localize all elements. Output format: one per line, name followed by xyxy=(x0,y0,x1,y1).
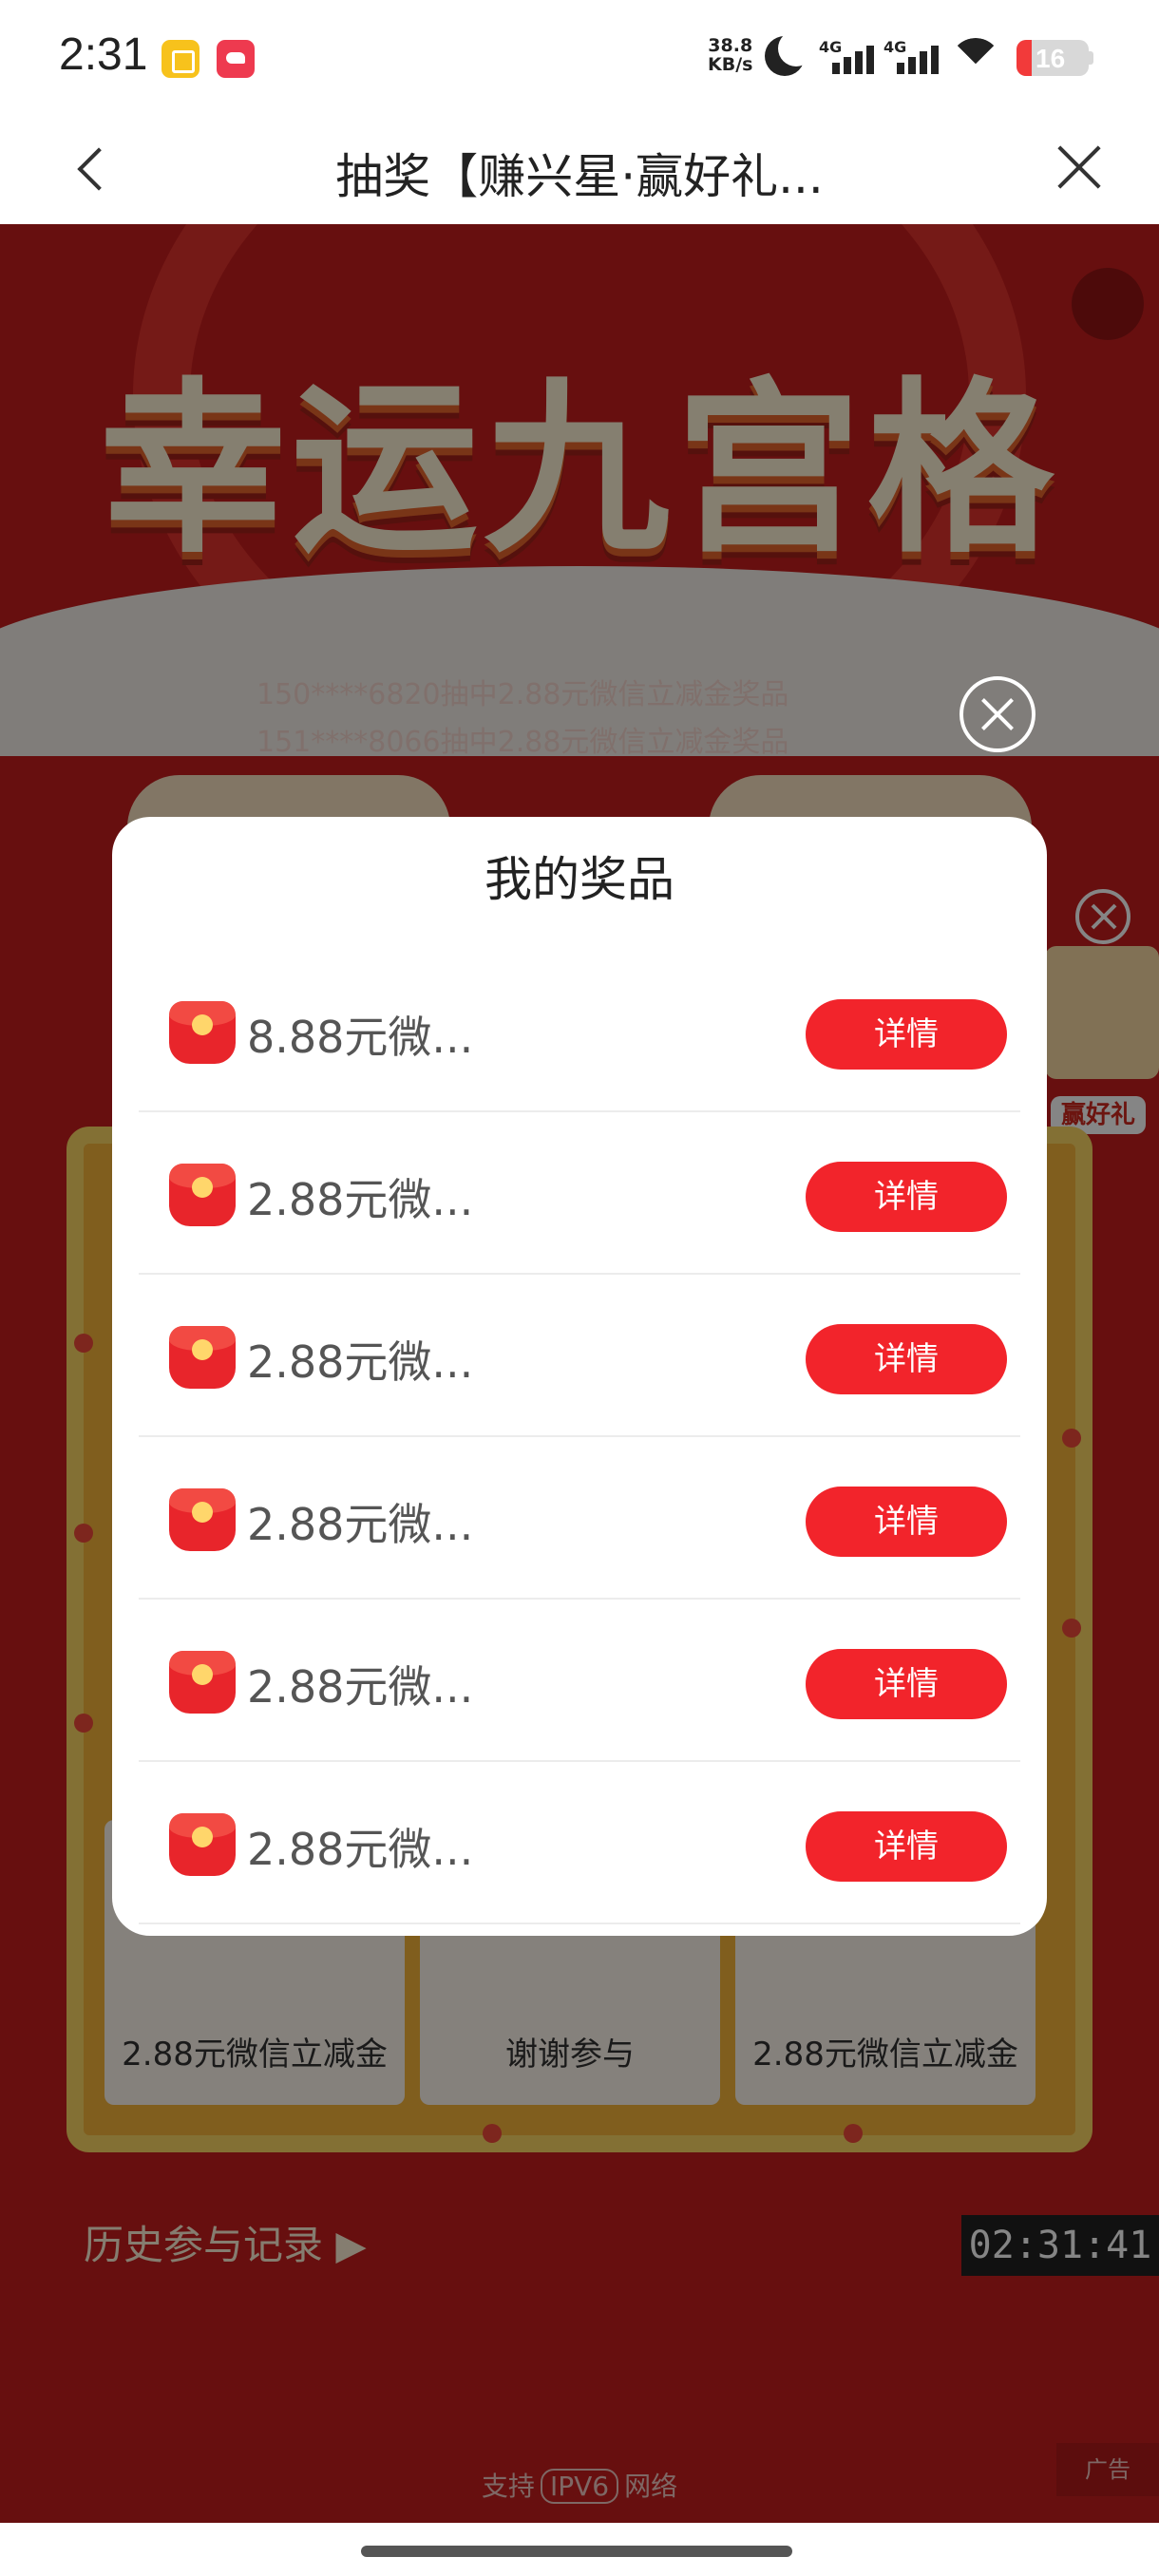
nav-bar: 抽奖【赚兴星·赢好礼... xyxy=(0,112,1159,224)
prize-name: 2.88元微... xyxy=(247,1661,474,1713)
red-envelope-icon xyxy=(169,1488,236,1551)
prize-name: 2.88元微... xyxy=(247,1336,474,1388)
prize-row: 2.88元微... 详情 xyxy=(139,1600,1020,1762)
battery-icon: 16 xyxy=(1016,40,1089,76)
prize-row: 2.88元微... 详情 xyxy=(139,1112,1020,1275)
prize-row: 8.88元微... 详情 xyxy=(139,950,1020,1112)
home-indicator[interactable] xyxy=(361,2546,792,2557)
battery-tip xyxy=(1089,51,1093,65)
prize-name: 2.88元微... xyxy=(247,1174,474,1225)
prize-details-button[interactable]: 详情 xyxy=(806,1324,1007,1394)
prize-name: 2.88元微... xyxy=(247,1499,474,1550)
prize-details-button[interactable]: 详情 xyxy=(806,1649,1007,1719)
prize-details-button[interactable]: 详情 xyxy=(806,1487,1007,1557)
close-icon[interactable] xyxy=(1045,133,1113,201)
red-envelope-icon xyxy=(169,1326,236,1389)
app-notification-icon xyxy=(162,40,200,78)
network-speed-unit: KB/s xyxy=(708,54,753,75)
signal-type-label: 4G xyxy=(819,38,843,56)
signal-strength-icon-2: 4G xyxy=(884,38,952,76)
page-title: 抽奖【赚兴星·赢好礼... xyxy=(335,149,824,204)
red-envelope-icon xyxy=(169,1001,236,1064)
prize-name: 2.88元微... xyxy=(247,1824,474,1875)
kangaroo-app-icon xyxy=(217,40,255,78)
battery-level xyxy=(1016,40,1032,76)
prize-details-button[interactable]: 详情 xyxy=(806,1811,1007,1882)
prize-details-button[interactable]: 详情 xyxy=(806,999,1007,1070)
prize-list: 8.88元微... 详情 2.88元微... 详情 2.88元微... 详情 2… xyxy=(139,950,1020,1924)
red-envelope-icon xyxy=(169,1651,236,1714)
network-speed-value: 38.8 xyxy=(708,35,753,56)
status-bar: 2:31 38.8 KB/s 4G 4G 16 xyxy=(0,0,1159,112)
dialog-title: 我的奖品 xyxy=(484,852,674,907)
signal-strength-icon: 4G xyxy=(819,38,887,76)
prize-name: 8.88元微... xyxy=(247,1012,474,1063)
my-prizes-dialog: 我的奖品 8.88元微... 详情 2.88元微... 详情 2.88元微...… xyxy=(112,817,1047,1936)
back-chevron-icon[interactable] xyxy=(66,139,124,196)
signal-type-label-2: 4G xyxy=(884,38,907,56)
red-envelope-icon xyxy=(169,1164,236,1226)
red-envelope-icon xyxy=(169,1813,236,1876)
prize-row: 2.88元微... 详情 xyxy=(139,1762,1020,1924)
prize-row: 2.88元微... 详情 xyxy=(139,1275,1020,1437)
prize-row: 2.88元微... 详情 xyxy=(139,1437,1020,1600)
status-time: 2:31 xyxy=(59,29,148,80)
do-not-disturb-moon-icon xyxy=(765,30,814,76)
modal-close-icon[interactable] xyxy=(960,676,1036,752)
network-speed: 38.8 KB/s xyxy=(708,36,752,74)
prize-details-button[interactable]: 详情 xyxy=(806,1162,1007,1232)
battery-percent: 16 xyxy=(1036,44,1066,73)
wifi-icon xyxy=(950,38,1001,76)
